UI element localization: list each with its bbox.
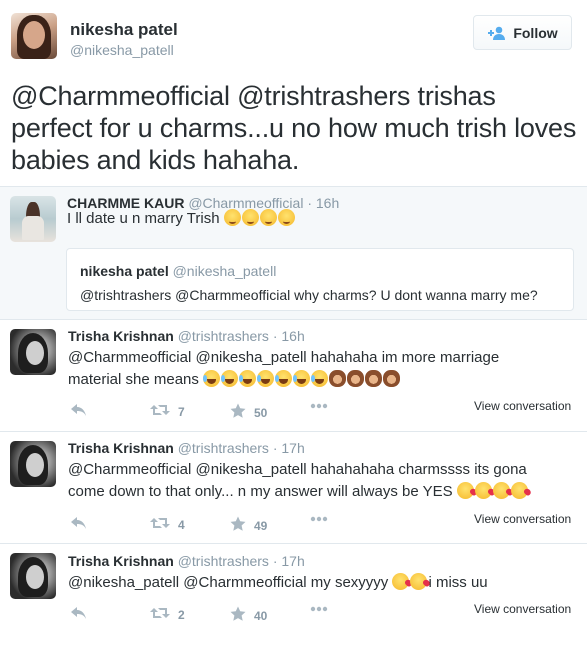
favorite-count: 49: [254, 518, 268, 533]
retweet-count: 2: [178, 607, 185, 622]
reply-tweet[interactable]: Trisha Krishnan @trishtrashers · 16h @Ch…: [0, 320, 587, 432]
reply-author-name[interactable]: Trisha Krishnan: [68, 328, 174, 344]
monkey-emoji: [347, 370, 365, 387]
reply-author-handle[interactable]: @trishtrashers: [178, 440, 269, 456]
retweet-icon: [150, 403, 170, 420]
add-user-icon: [487, 26, 507, 40]
follow-button[interactable]: Follow: [473, 15, 572, 50]
reply-text: @Charmmeofficial @nikesha_patell hahahah…: [68, 461, 528, 500]
quoted-text: I ll date u n marry Trish: [67, 208, 296, 230]
wink-emoji: [223, 209, 241, 226]
view-conversation-link[interactable]: View conversation: [474, 399, 571, 413]
inner-quote[interactable]: nikesha patel @nikesha_patell @trishtras…: [66, 248, 574, 311]
laughing-emoji: [239, 370, 257, 387]
quoted-time[interactable]: 16h: [316, 195, 339, 211]
reply-icon[interactable]: [70, 606, 88, 620]
retweet-button[interactable]: 4: [150, 516, 185, 533]
main-tweet-text: @Charmmeofficial @trishtrashers trishas …: [11, 81, 577, 175]
reply-author-avatar[interactable]: [10, 329, 56, 375]
reply-author-avatar[interactable]: [10, 553, 56, 599]
quoted-tweet[interactable]: CHARMME KAUR @Charmmeofficial · 16h I ll…: [0, 186, 587, 320]
reply-time[interactable]: 17h: [281, 440, 304, 456]
retweet-icon: [150, 606, 170, 623]
laughing-emoji: [293, 370, 311, 387]
view-conversation-link[interactable]: View conversation: [474, 512, 571, 526]
author-name[interactable]: nikesha patel: [70, 20, 178, 40]
reply-time[interactable]: 16h: [281, 328, 304, 344]
reply-author-handle[interactable]: @trishtrashers: [178, 553, 269, 569]
more-icon[interactable]: [310, 516, 328, 522]
kiss-emoji: [474, 482, 492, 499]
retweet-button[interactable]: 2: [150, 606, 185, 623]
wink-emoji: [277, 209, 295, 226]
reply-text: @Charmmeofficial @nikesha_patell hahahah…: [68, 349, 500, 388]
reply-text: @nikesha_patell @Charmmeofficial my sexy…: [68, 573, 488, 591]
laughing-emoji: [257, 370, 275, 387]
star-icon: [230, 516, 246, 535]
more-icon[interactable]: [310, 403, 328, 409]
monkey-emoji: [329, 370, 347, 387]
retweet-count: 4: [178, 517, 185, 532]
main-tweet-header: nikesha patel @nikesha_patell Follow: [0, 0, 587, 70]
author-handle[interactable]: @nikesha_patell: [70, 42, 174, 58]
favorite-button[interactable]: 40: [230, 606, 267, 625]
star-icon: [230, 403, 246, 422]
star-icon: [230, 606, 246, 625]
laughing-emoji: [311, 370, 329, 387]
favorite-count: 40: [254, 608, 268, 623]
tweet-actions: 4 49: [68, 516, 368, 536]
reply-author-avatar[interactable]: [10, 441, 56, 487]
reply-tweet[interactable]: Trisha Krishnan @trishtrashers · 17h @ni…: [0, 544, 587, 645]
follow-label: Follow: [513, 24, 558, 41]
tweet-actions: 7 50: [68, 403, 368, 423]
favorite-count: 50: [254, 405, 268, 420]
author-avatar[interactable]: [11, 13, 57, 59]
more-icon[interactable]: [310, 606, 328, 612]
reply-author-handle[interactable]: @trishtrashers: [178, 328, 269, 344]
favorite-button[interactable]: 50: [230, 403, 267, 422]
view-conversation-link[interactable]: View conversation: [474, 602, 571, 616]
tweet-actions: 2 40: [68, 606, 368, 626]
inner-quote-text: @trishtrashers @Charmmeofficial why char…: [80, 287, 538, 303]
reply-icon[interactable]: [70, 403, 88, 417]
favorite-button[interactable]: 49: [230, 516, 267, 535]
kiss-emoji: [456, 482, 474, 499]
reply-time[interactable]: 17h: [281, 553, 304, 569]
inner-author-name: nikesha patel: [80, 263, 169, 279]
retweet-button[interactable]: 7: [150, 403, 185, 420]
kiss-emoji: [492, 482, 510, 499]
reply-icon[interactable]: [70, 516, 88, 530]
reply-author-name[interactable]: Trisha Krishnan: [68, 440, 174, 456]
retweet-icon: [150, 516, 170, 533]
wink-emoji: [259, 209, 277, 226]
monkey-emoji: [365, 370, 383, 387]
monkey-emoji: [383, 370, 401, 387]
laughing-emoji: [275, 370, 293, 387]
inner-author-handle: @nikesha_patell: [172, 263, 277, 279]
kiss-emoji: [410, 573, 428, 590]
laughing-emoji: [203, 370, 221, 387]
laughing-emoji: [221, 370, 239, 387]
quoted-author-avatar[interactable]: [10, 196, 56, 242]
kiss-emoji: [510, 482, 528, 499]
reply-tweet[interactable]: Trisha Krishnan @trishtrashers · 17h @Ch…: [0, 432, 587, 544]
kiss-emoji: [392, 573, 410, 590]
retweet-count: 7: [178, 404, 185, 419]
wink-emoji: [241, 209, 259, 226]
reply-author-name[interactable]: Trisha Krishnan: [68, 553, 174, 569]
